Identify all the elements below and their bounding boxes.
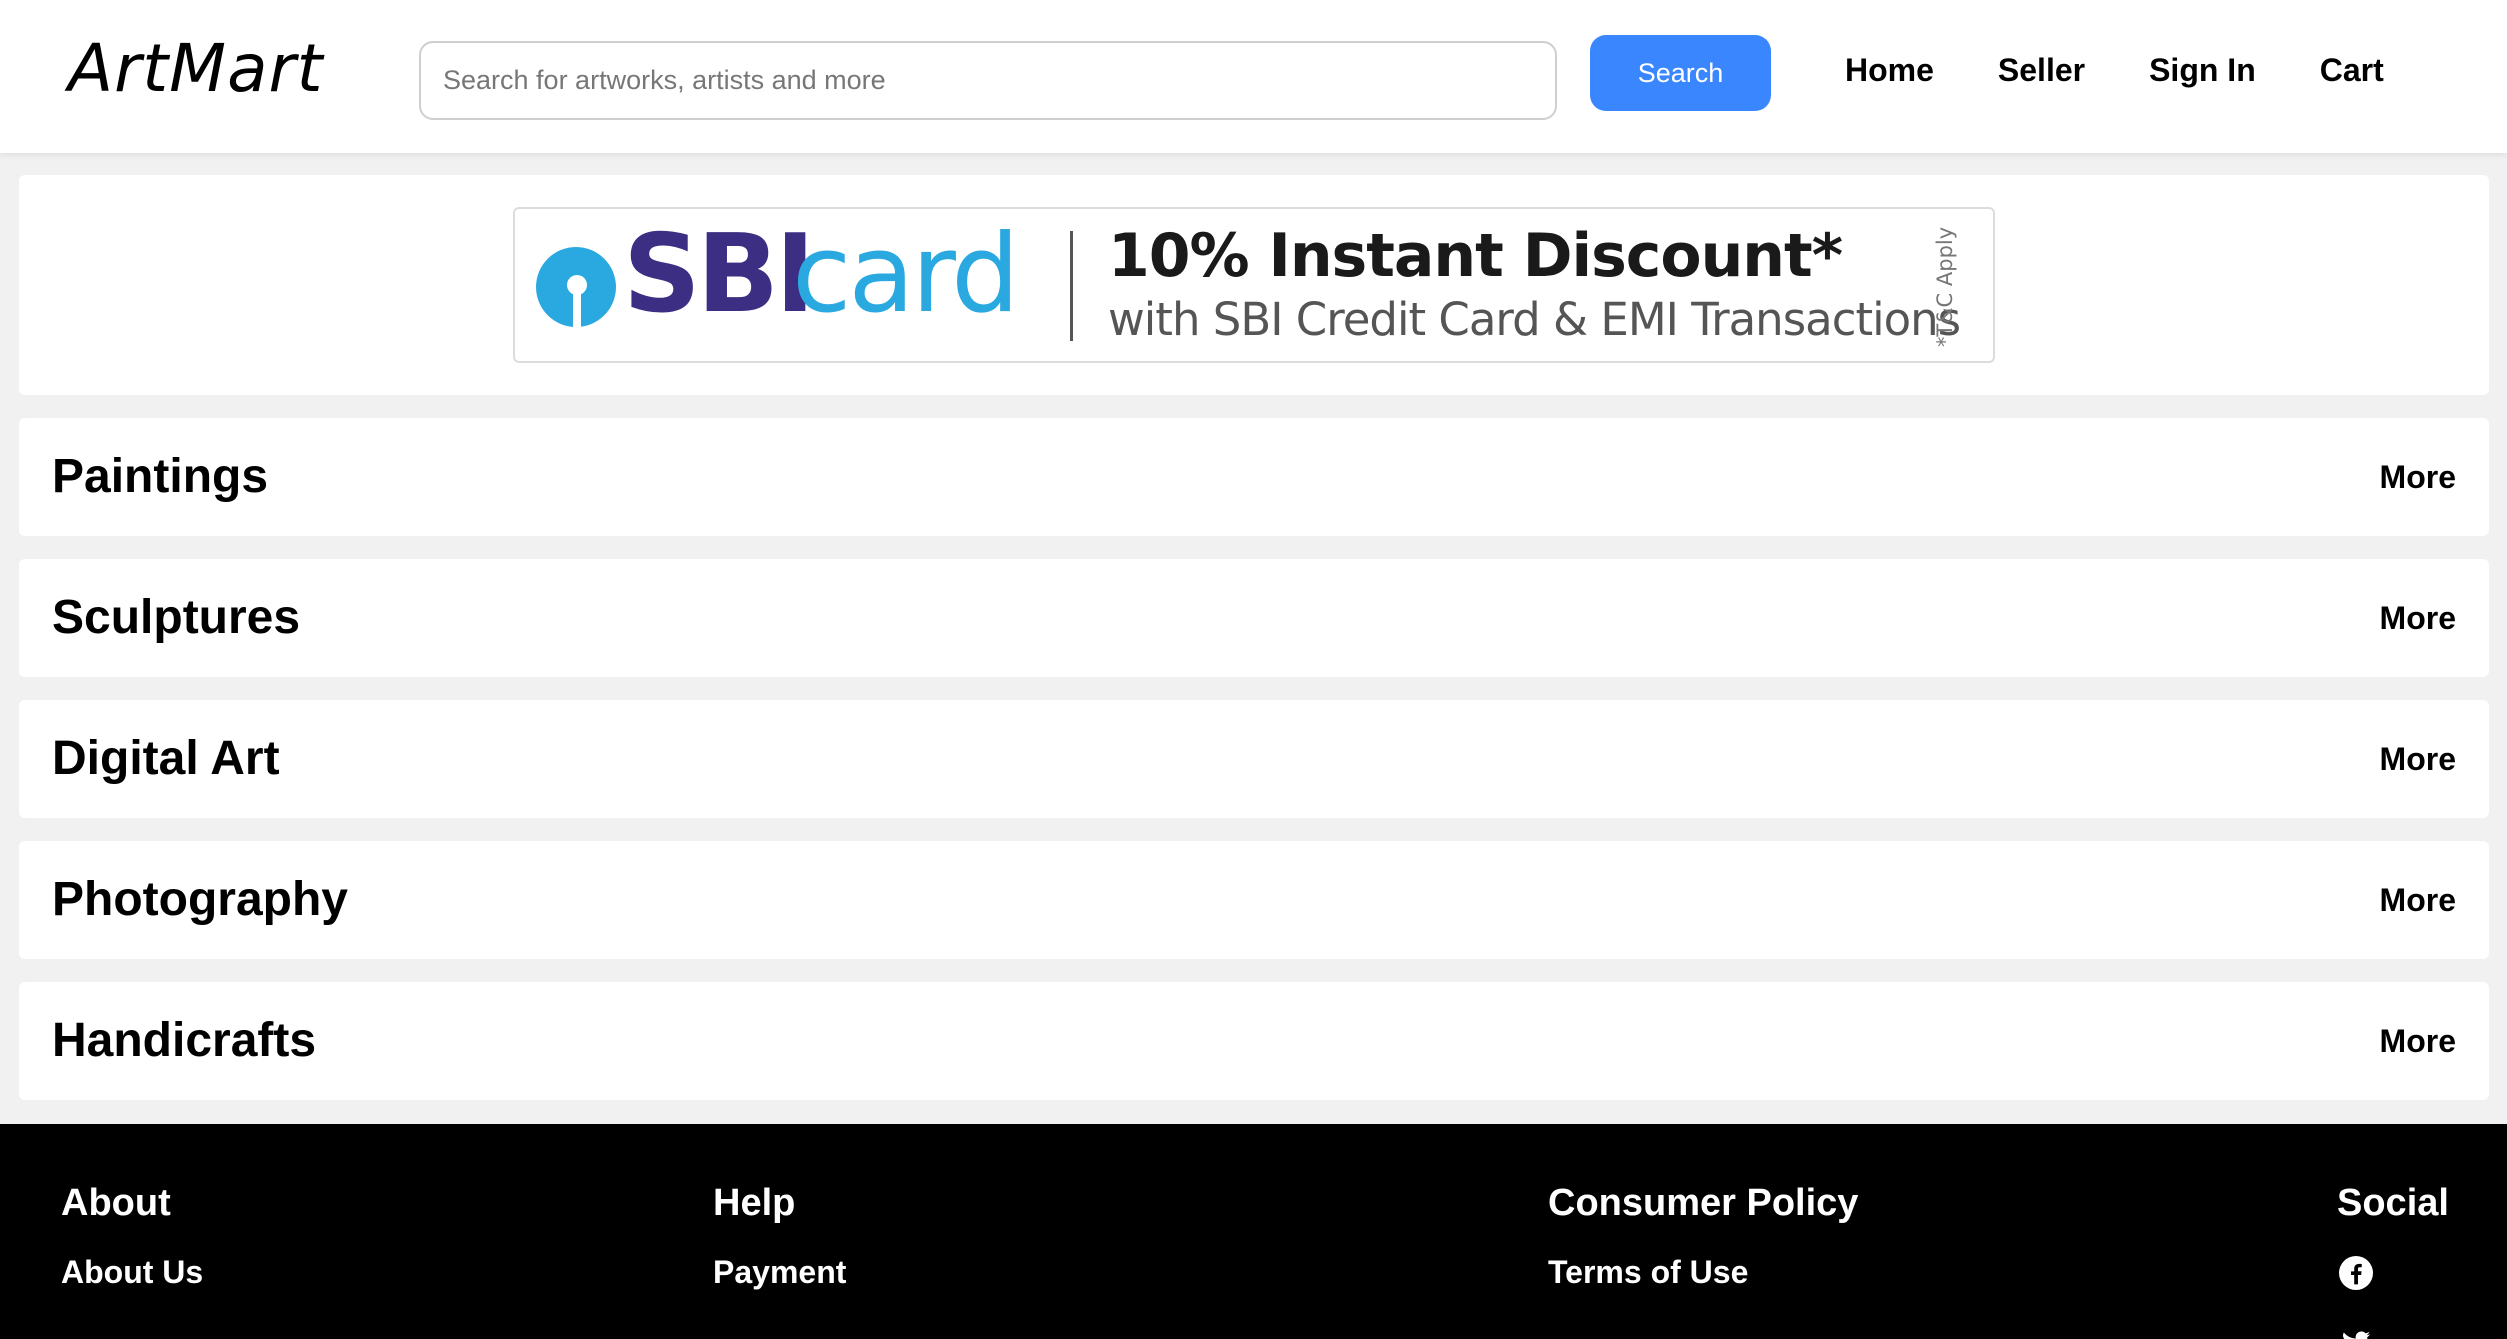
footer-heading: Social (2337, 1182, 2449, 1224)
category-row-handicrafts: Handicrafts More (19, 982, 2489, 1100)
banner-divider (1070, 231, 1073, 341)
site-footer: About About Us Help Payment Consumer Pol… (0, 1124, 2507, 1339)
footer-link-payment[interactable]: Payment (713, 1256, 846, 1288)
banner-subline: with SBI Credit Card & EMI Transactions (1108, 293, 1961, 346)
category-title: Digital Art (52, 732, 280, 785)
footer-heading: About (61, 1182, 171, 1224)
banner-section: SBI card 10% Instant Discount* with SBI … (19, 175, 2489, 395)
facebook-icon[interactable] (2339, 1256, 2373, 1290)
promo-banner[interactable]: SBI card 10% Instant Discount* with SBI … (513, 207, 1995, 363)
footer-link-about-us[interactable]: About Us (61, 1256, 203, 1288)
category-more-link[interactable]: More (2380, 841, 2456, 959)
category-row-photography: Photography More (19, 841, 2489, 959)
banner-terms: *T&C Apply (1933, 226, 1957, 348)
footer-social: Social (2337, 1184, 2449, 1339)
footer-heading: Help (713, 1182, 796, 1224)
search-button[interactable]: Search (1590, 35, 1771, 111)
category-more-link[interactable]: More (2380, 559, 2456, 677)
nav-seller[interactable]: Seller (1998, 52, 2085, 89)
footer-heading: Consumer Policy (1548, 1182, 1859, 1224)
category-row-paintings: Paintings More (19, 418, 2489, 536)
category-row-sculptures: Sculptures More (19, 559, 2489, 677)
category-title: Sculptures (52, 591, 301, 644)
category-title: Paintings (52, 450, 269, 503)
category-title: Handicrafts (52, 1014, 317, 1067)
search-input[interactable] (419, 41, 1557, 120)
category-more-link[interactable]: More (2380, 982, 2456, 1100)
sbi-logo-icon (536, 247, 616, 327)
nav-home[interactable]: Home (1845, 52, 1934, 89)
footer-help: Help Payment (713, 1184, 846, 1324)
footer-about: About About Us (61, 1184, 203, 1324)
category-title: Photography (52, 873, 348, 926)
site-header: ArtMart Search Home Seller Sign In Cart (0, 0, 2507, 153)
banner-brand-secondary: card (792, 212, 1020, 337)
nav-sign-in[interactable]: Sign In (2149, 52, 2256, 89)
footer-consumer-policy: Consumer Policy Terms of Use (1548, 1184, 1858, 1324)
site-logo[interactable]: ArtMart (68, 30, 324, 107)
twitter-icon[interactable] (2339, 1326, 2373, 1339)
banner-headline: 10% Instant Discount* (1108, 221, 1843, 291)
nav-cart[interactable]: Cart (2320, 52, 2384, 89)
main-nav: Home Seller Sign In Cart (1845, 52, 2448, 89)
banner-brand-primary: SBI (623, 212, 815, 337)
footer-link-terms-of-use[interactable]: Terms of Use (1548, 1256, 1858, 1288)
category-more-link[interactable]: More (2380, 700, 2456, 818)
category-list: Paintings More Sculptures More Digital A… (19, 418, 2489, 1123)
category-more-link[interactable]: More (2380, 418, 2456, 536)
category-row-digital-art: Digital Art More (19, 700, 2489, 818)
